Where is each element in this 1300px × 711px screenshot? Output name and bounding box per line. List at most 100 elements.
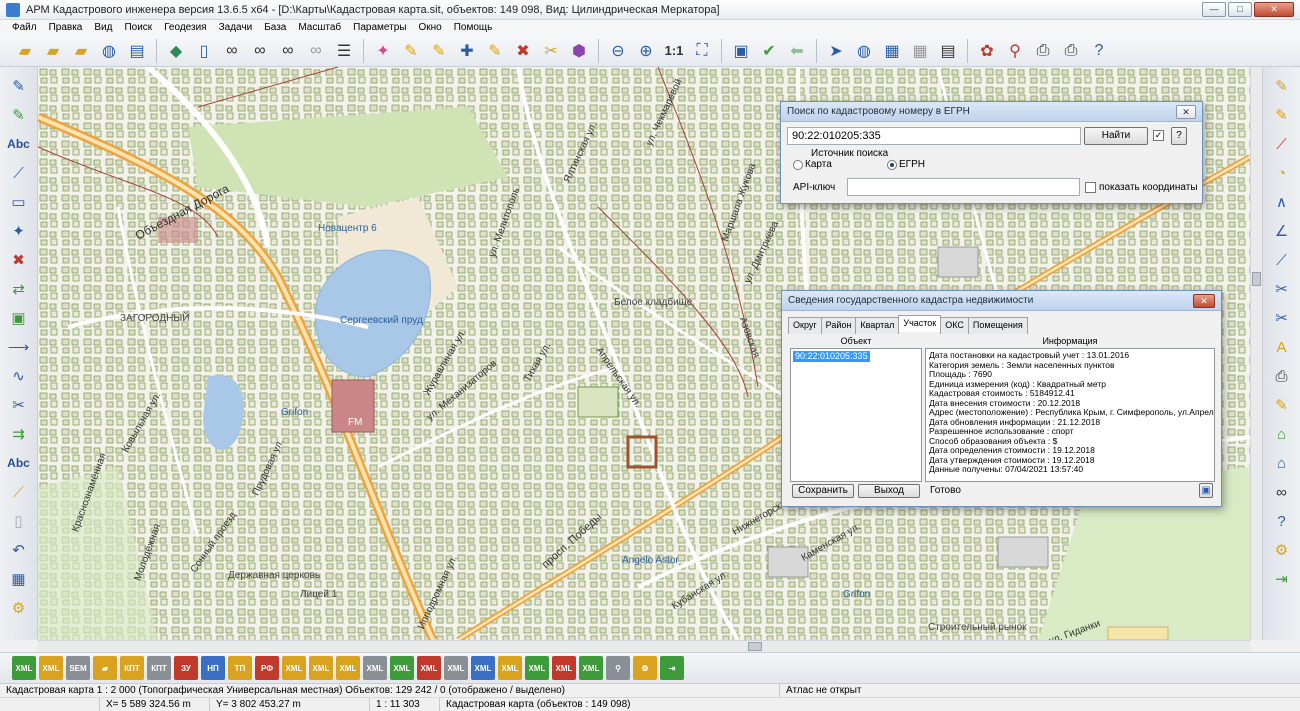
tp-icon[interactable]: ТП — [228, 656, 252, 680]
compass-icon[interactable]: ∧ — [1268, 189, 1296, 215]
document-icon[interactable]: ▤ — [124, 38, 150, 64]
palette-icon[interactable]: ✿ — [974, 38, 1000, 64]
bottom-exit-icon[interactable]: ⇥ — [660, 656, 684, 680]
microscope-icon[interactable]: ⚲ — [606, 656, 630, 680]
sem-icon[interactable]: SEM — [66, 656, 90, 680]
menu-edit[interactable]: Правка — [43, 22, 89, 33]
xml-draw-icon[interactable]: XML — [336, 656, 360, 680]
earth-icon[interactable]: ◍ — [851, 38, 877, 64]
open-folder-icon[interactable]: ▰ — [12, 38, 38, 64]
tab-okrug[interactable]: Округ — [788, 317, 822, 334]
rectangle-icon[interactable]: ▭ — [5, 189, 33, 215]
xml-layer-icon[interactable]: XML — [282, 656, 306, 680]
api-key-input[interactable] — [847, 178, 1080, 196]
xml-edit-icon[interactable]: XML — [309, 656, 333, 680]
radio-map-label[interactable]: Карта — [805, 159, 832, 170]
scissors-icon[interactable]: ✂ — [5, 392, 33, 418]
text-tool-icon[interactable]: Abc — [5, 131, 33, 157]
menu-view[interactable]: Вид — [88, 22, 118, 33]
curve-icon[interactable]: ∿ — [5, 363, 33, 389]
edit-green-icon[interactable]: ✎ — [5, 102, 33, 128]
xml-yellow-icon[interactable]: XML — [498, 656, 522, 680]
xml-export-icon[interactable]: XML — [12, 656, 36, 680]
break-line-icon[interactable]: ✂ — [1268, 305, 1296, 331]
radio-egrn-label[interactable]: ЕГРН — [899, 159, 925, 170]
minimize-button[interactable]: — — [1202, 2, 1226, 17]
object-list[interactable]: 90:22:010205:335 — [790, 348, 922, 482]
bottom-gear-icon[interactable]: ⚙ — [633, 656, 657, 680]
xml-blue-icon[interactable]: XML — [471, 656, 495, 680]
eraser-icon[interactable]: ▯ — [5, 508, 33, 534]
protractor-icon[interactable]: ◔ — [1268, 160, 1296, 186]
cadastral-number-input[interactable]: 90:22:010205:335 — [787, 127, 1081, 145]
pin-icon[interactable]: ⚲ — [1002, 38, 1028, 64]
kpt-grey-icon[interactable]: КПТ — [147, 656, 171, 680]
fit-extent-icon[interactable]: ⛶ — [689, 38, 715, 64]
map-horizontal-scrollbar[interactable] — [38, 640, 1250, 652]
horizontal-scroll-thumb[interactable] — [748, 642, 762, 651]
xml-import-icon[interactable]: XML — [39, 656, 63, 680]
label-a-icon[interactable]: A — [1268, 334, 1296, 360]
save-button[interactable]: Сохранить — [792, 484, 854, 498]
search-dialog-close-button[interactable]: ✕ — [1176, 105, 1196, 119]
printer-right-icon[interactable]: ⎙ — [1268, 363, 1296, 389]
binoculars-next-icon[interactable]: ∞ — [275, 38, 301, 64]
back-arrow-icon[interactable]: ⬅ — [784, 38, 810, 64]
measure-area-icon[interactable]: ✎ — [1268, 102, 1296, 128]
zoom-out-icon[interactable]: ⊖ — [605, 38, 631, 64]
binoculars-a-icon[interactable]: ∞ — [247, 38, 273, 64]
edit-object-icon[interactable]: ✎ — [426, 38, 452, 64]
print-icon[interactable]: ⎙ — [1030, 38, 1056, 64]
tab-pomescheniya[interactable]: Помещения — [967, 317, 1028, 334]
tab-uchastok[interactable]: Участок — [898, 315, 942, 332]
route-icon[interactable]: ⟋ — [1268, 131, 1296, 157]
pointer-icon[interactable]: ➤ — [823, 38, 849, 64]
home-map-icon[interactable]: ⌂ — [1268, 421, 1296, 447]
scale-one-to-one-button[interactable]: 1:1 — [661, 43, 687, 58]
folder-open-icon[interactable]: ▰ — [93, 656, 117, 680]
menu-file[interactable]: Файл — [6, 22, 43, 33]
measure-icon[interactable]: ✎ — [1268, 73, 1296, 99]
house-icon[interactable]: ⌂ — [1268, 450, 1296, 476]
maximize-button[interactable]: □ — [1228, 2, 1252, 17]
delete-point-icon[interactable]: ✖ — [510, 38, 536, 64]
angle-icon[interactable]: ∠ — [1268, 218, 1296, 244]
select-object-icon[interactable]: ✦ — [370, 38, 396, 64]
select-green-icon[interactable]: ▣ — [5, 305, 33, 331]
selected-object-item[interactable]: 90:22:010205:335 — [793, 351, 870, 362]
menu-scale[interactable]: Масштаб — [292, 22, 347, 33]
open-db-icon[interactable]: ▰ — [68, 38, 94, 64]
help-icon[interactable]: ? — [1086, 38, 1112, 64]
xml-table-icon[interactable]: XML — [444, 656, 468, 680]
show-coords-checkbox[interactable] — [1085, 182, 1096, 193]
text-doc-icon[interactable]: ▤ — [935, 38, 961, 64]
tab-kvartal[interactable]: Квартал — [855, 317, 900, 334]
radio-egrn[interactable] — [887, 160, 897, 170]
search-dialog-titlebar[interactable]: Поиск по кадастровому номеру в ЕГРН ✕ — [781, 102, 1202, 122]
layers-icon[interactable]: ◆ — [163, 38, 189, 64]
menu-database[interactable]: База — [258, 22, 292, 33]
move-point-icon[interactable]: ✎ — [482, 38, 508, 64]
vertical-scroll-thumb[interactable] — [1252, 272, 1261, 286]
arrow-curve-icon[interactable]: ↶ — [5, 537, 33, 563]
show-coords-label[interactable]: показать координаты — [1099, 182, 1198, 193]
help-search-icon[interactable]: ? — [1268, 508, 1296, 534]
delete-vertex-icon[interactable]: ✖ — [5, 247, 33, 273]
tab-raion[interactable]: Район — [820, 317, 857, 334]
add-point-icon[interactable]: ✚ — [454, 38, 480, 64]
close-button[interactable]: ✕ — [1254, 2, 1294, 17]
polyline-icon[interactable]: ⟋ — [5, 160, 33, 186]
edit-doc-icon[interactable]: ✎ — [1268, 392, 1296, 418]
ruler-icon[interactable]: ⟋ — [5, 479, 33, 505]
cadastre-dialog-close-button[interactable]: ✕ — [1193, 294, 1215, 308]
open-map-icon[interactable]: ▰ — [40, 38, 66, 64]
window-icon[interactable]: ▣ — [728, 38, 754, 64]
exit-button[interactable]: Выход — [858, 484, 920, 498]
info-panel[interactable]: Дата постановки на кадастровый учет : 13… — [925, 348, 1215, 482]
list-icon[interactable]: ☰ — [331, 38, 357, 64]
menu-help[interactable]: Помощь — [448, 22, 499, 33]
table-icon[interactable]: ▦ — [879, 38, 905, 64]
auto-check-checkbox[interactable]: ✓ — [1153, 130, 1164, 141]
binoculars-icon[interactable]: ∞ — [219, 38, 245, 64]
dbm-icon[interactable]: ▦ — [907, 38, 933, 64]
